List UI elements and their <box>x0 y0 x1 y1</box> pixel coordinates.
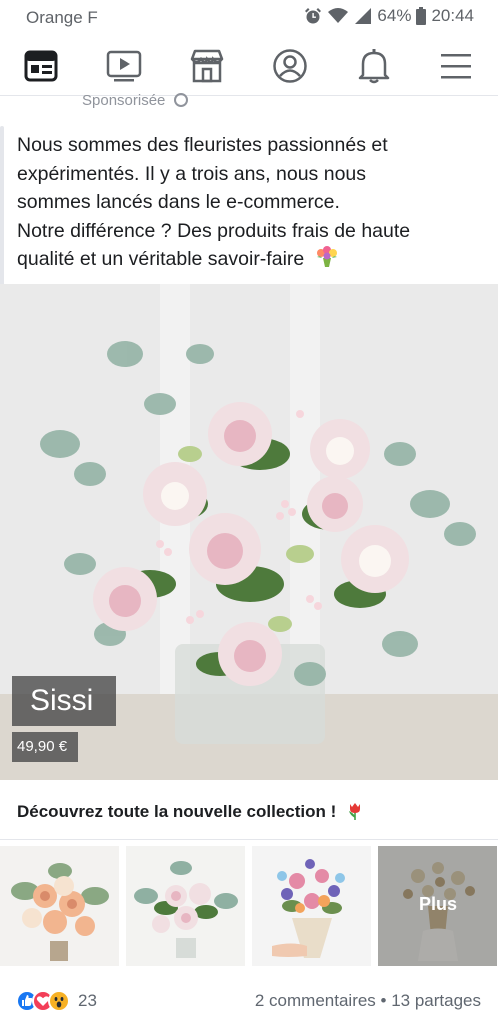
alarm-icon <box>305 8 322 24</box>
comments-shares-link[interactable]: 2 commentaires • 13 partages <box>255 991 481 1011</box>
status-bar: Orange F 64% 20:44 <box>0 0 498 36</box>
collection-title: Découvrez toute la nouvelle collection ! <box>17 801 365 822</box>
collection-carousel: Plus <box>0 846 498 966</box>
store-icon <box>190 49 224 83</box>
news-feed-icon <box>24 50 58 82</box>
peach-bouquet-image <box>0 846 119 966</box>
collection-link[interactable]: Découvrez toute la nouvelle collection ! <box>0 784 498 840</box>
nav-menu[interactable] <box>434 46 478 86</box>
colorful-bouquet-image <box>252 846 371 966</box>
product-image[interactable]: Sissi 49,90 € <box>0 284 498 780</box>
thumb-colorful-bouquet[interactable] <box>252 846 371 966</box>
post-text: Nous sommes des fleuristes passionnés et… <box>17 131 487 274</box>
reactions-summary[interactable]: 23 <box>16 988 97 1014</box>
clock-time: 20:44 <box>431 6 474 25</box>
post-text-line-last: qualité et un véritable savoir-faire <box>17 245 487 274</box>
bell-icon <box>358 49 390 84</box>
carrier-name: Orange F <box>26 8 98 27</box>
post-text-line: Nous sommes des fleuristes passionnés et <box>17 134 388 156</box>
battery-percent: 64% <box>377 6 412 25</box>
post-text-line: Notre différence ? Des produits frais de… <box>17 219 411 242</box>
nav-news-feed[interactable] <box>19 46 63 86</box>
wow-icon <box>48 990 70 1012</box>
nav-notifications[interactable] <box>352 46 396 86</box>
status-icons: 64% 20:44 <box>304 6 474 26</box>
signal-icon <box>355 8 372 24</box>
battery-icon <box>416 7 427 25</box>
hamburger-menu-icon <box>441 54 471 79</box>
thumb-peach-bouquet[interactable] <box>0 846 119 966</box>
product-price-badge: 49,90 € <box>12 732 78 762</box>
nav-watch[interactable] <box>102 46 146 86</box>
nav-marketplace[interactable] <box>185 46 229 86</box>
sponsored-label: Sponsorisée <box>82 92 188 110</box>
pastel-bouquet-image <box>126 846 245 966</box>
product-name-badge: Sissi <box>12 676 116 726</box>
nav-profile[interactable] <box>268 46 312 86</box>
post-text-line: expérimentés. Il y a trois ans, nous nou… <box>17 162 367 185</box>
reaction-count: 23 <box>78 991 97 1010</box>
thumb-more[interactable]: Plus <box>378 846 497 966</box>
thumb-pastel-bouquet[interactable] <box>126 846 245 966</box>
globe-icon <box>173 93 188 107</box>
video-play-icon <box>106 50 142 82</box>
bouquet-emoji-icon <box>316 246 337 267</box>
top-navigation <box>0 38 498 96</box>
post-text-line: sommes lancés dans le e-commerce. <box>17 191 340 213</box>
tulip-emoji-icon <box>349 803 361 820</box>
profile-icon <box>273 49 307 83</box>
more-label: Plus <box>418 894 457 914</box>
sponsored-post: Sponsorisée Nous sommes des fleuristes p… <box>0 92 498 1024</box>
wifi-icon <box>328 8 349 23</box>
